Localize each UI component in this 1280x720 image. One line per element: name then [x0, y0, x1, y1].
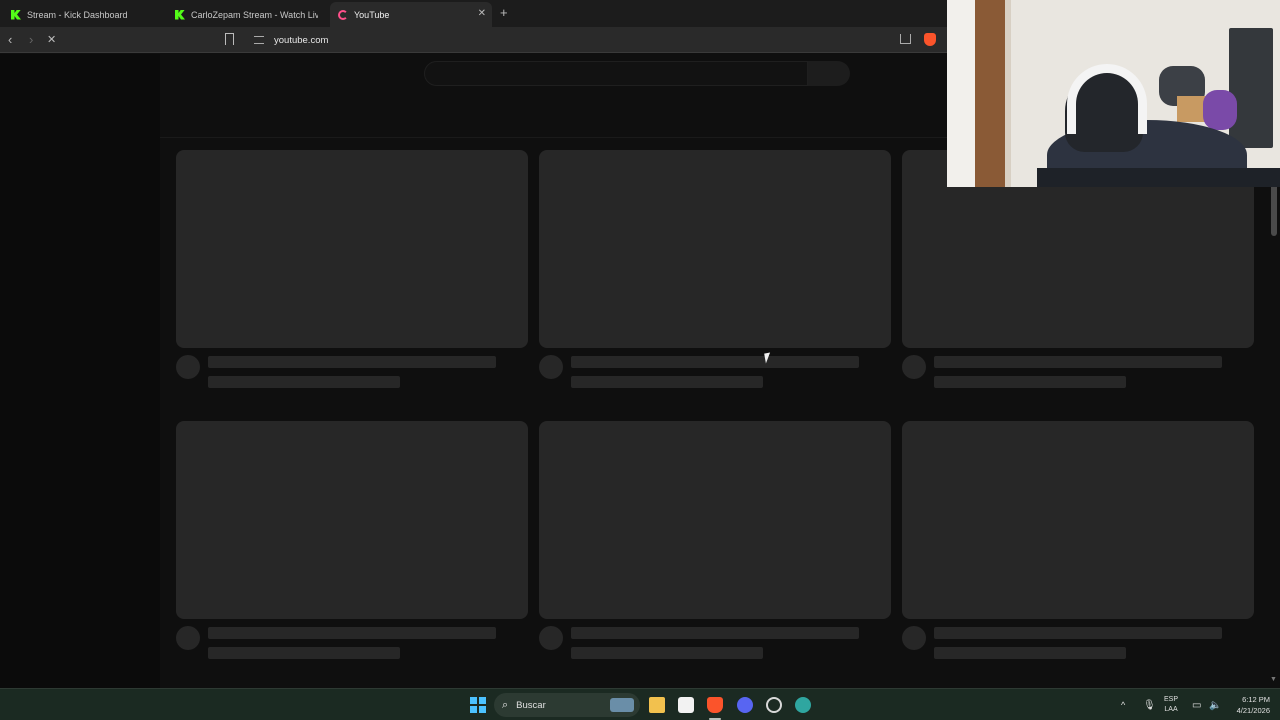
address-bar[interactable]: youtube.com	[246, 30, 946, 50]
tab-carlozepam-stream[interactable]: CarloZepam Stream - Watch Live on	[168, 2, 318, 27]
windows-start-icon[interactable]	[470, 697, 486, 713]
meta-placeholder	[208, 647, 400, 659]
search-button[interactable]	[808, 61, 850, 86]
tab-youtube[interactable]: YouTube ✕	[330, 2, 492, 27]
clock-time: 6:12 PM	[1242, 695, 1270, 704]
thumbnail-placeholder	[902, 421, 1254, 619]
language-code: ESP	[1164, 696, 1179, 703]
screen: Stream - Kick Dashboard CarloZepam Strea…	[0, 0, 1280, 720]
kick-icon	[175, 9, 185, 20]
scroll-down-arrow-icon[interactable]: ▼	[1270, 676, 1277, 683]
plush-toy	[1203, 90, 1237, 130]
video-card-skeleton	[902, 421, 1254, 659]
avatar-placeholder	[902, 355, 926, 379]
back-arrow-icon[interactable]: ‹	[8, 32, 12, 48]
youtube-loading-icon	[338, 9, 348, 20]
door-frame	[947, 0, 975, 187]
title-placeholder	[208, 627, 496, 639]
thumbnail-placeholder	[176, 150, 528, 348]
avatar-placeholder	[902, 626, 926, 650]
forward-arrow-icon[interactable]: ›	[29, 32, 33, 48]
tab-kick-dashboard[interactable]: Stream - Kick Dashboard	[4, 2, 164, 27]
thumbnail-placeholder	[539, 421, 891, 619]
tab-label: YouTube	[354, 9, 390, 20]
taskbar-search-label: Buscar	[516, 699, 546, 711]
share-icon[interactable]	[900, 34, 911, 44]
taskbar-search[interactable]: ⌕ Buscar	[494, 693, 640, 717]
file-explorer-icon[interactable]	[649, 697, 665, 713]
mouse-cursor	[764, 352, 772, 364]
title-placeholder	[571, 356, 859, 368]
avatar-placeholder	[176, 626, 200, 650]
desk-edge	[1037, 168, 1280, 187]
video-card-skeleton	[539, 150, 891, 388]
kick-icon	[11, 9, 21, 20]
avatar-placeholder	[539, 626, 563, 650]
title-placeholder	[571, 627, 859, 639]
meta-placeholder	[571, 376, 763, 388]
stop-loading-icon[interactable]: ✕	[47, 32, 56, 48]
new-tab-plus-icon[interactable]: +	[500, 5, 508, 20]
sidebar-placeholder	[0, 54, 160, 688]
door	[975, 0, 1011, 187]
brave-shields-icon[interactable]	[924, 33, 936, 46]
tab-label: Stream - Kick Dashboard	[27, 9, 128, 20]
video-card-skeleton	[176, 421, 528, 659]
title-placeholder	[208, 356, 496, 368]
network-icon[interactable]: ▭	[1192, 689, 1201, 720]
meta-placeholder	[934, 376, 1126, 388]
microsoft-store-icon[interactable]	[678, 697, 694, 713]
obs-icon[interactable]	[766, 697, 782, 713]
tab-label: CarloZepam Stream - Watch Live on	[191, 9, 318, 20]
microphone-icon[interactable]: 🎙	[1143, 689, 1156, 720]
edge-icon[interactable]	[795, 697, 811, 713]
title-placeholder	[934, 356, 1222, 368]
meta-placeholder	[934, 647, 1126, 659]
storage-drawers	[1229, 28, 1273, 148]
video-card-skeleton	[176, 150, 528, 388]
thumbnail-placeholder	[539, 150, 891, 348]
avatar-placeholder	[539, 355, 563, 379]
volume-icon[interactable]: 🔈	[1209, 689, 1221, 720]
thumbnail-placeholder	[176, 421, 528, 619]
search-input[interactable]	[424, 61, 808, 86]
close-icon[interactable]: ✕	[478, 8, 486, 19]
avatar-placeholder	[176, 355, 200, 379]
scrollbar-thumb[interactable]	[1271, 184, 1277, 236]
webcam-overlay	[947, 0, 1280, 187]
keyboard-layout: LAA	[1164, 706, 1178, 713]
bookmark-icon[interactable]	[225, 33, 234, 45]
address-url: youtube.com	[274, 34, 329, 46]
clock-date: 4/21/2026	[1236, 706, 1270, 715]
headphones	[1067, 64, 1147, 134]
language-indicator[interactable]: ESP LAA	[1164, 695, 1178, 715]
discord-icon[interactable]	[737, 697, 753, 713]
chevron-up-icon[interactable]: ^	[1121, 689, 1125, 720]
video-card-skeleton	[539, 421, 891, 659]
meta-placeholder	[571, 647, 763, 659]
site-settings-icon[interactable]	[254, 36, 264, 44]
search-highlight-image	[610, 698, 634, 712]
windows-taskbar: ⌕ Buscar ^ 🎙 ESP LAA ▭ 🔈 6:12 PM 4/21/20…	[0, 688, 1280, 720]
title-placeholder	[934, 627, 1222, 639]
meta-placeholder	[208, 376, 400, 388]
system-clock[interactable]: 6:12 PM 4/21/2026	[1226, 694, 1270, 716]
brave-browser-icon[interactable]	[707, 697, 723, 713]
search-icon: ⌕	[502, 698, 509, 711]
